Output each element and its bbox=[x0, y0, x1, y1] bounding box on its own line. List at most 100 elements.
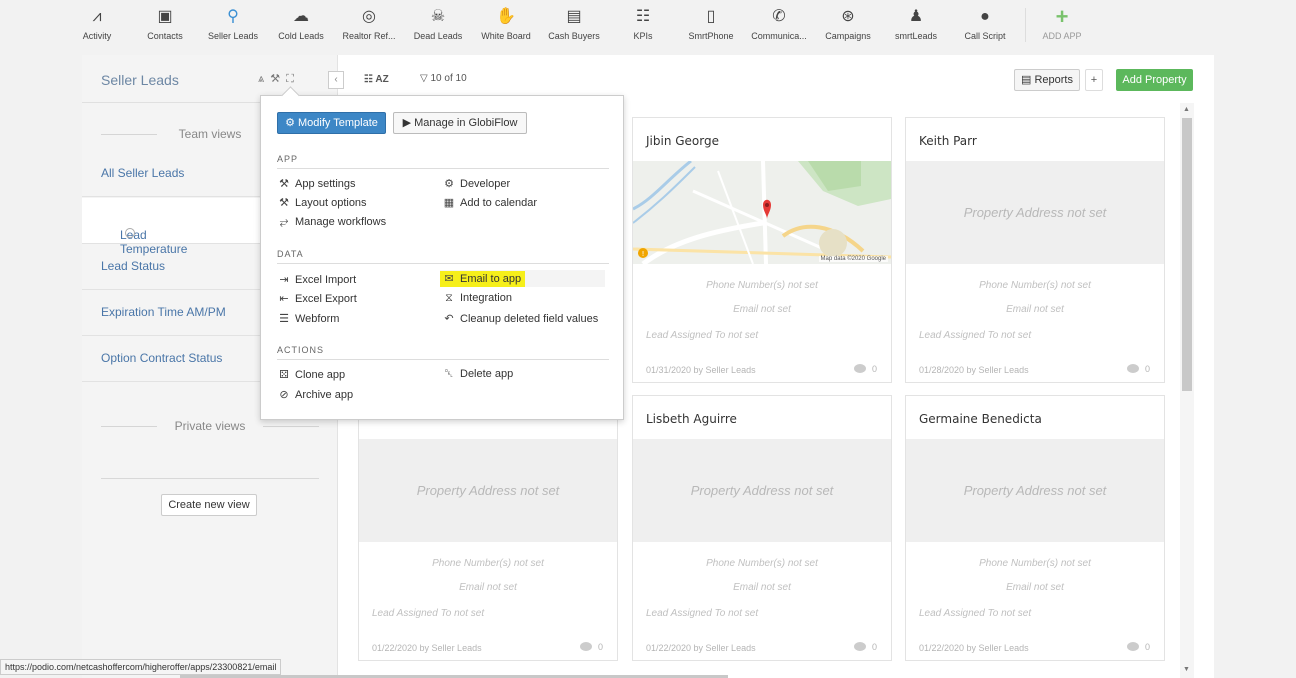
rss-icon[interactable]: ⩓ bbox=[258, 73, 264, 85]
view-label: Option Contract Status bbox=[101, 351, 223, 365]
app-campaigns[interactable]: ⊛ Campaigns bbox=[824, 6, 872, 46]
app-kpis[interactable]: ☷ KPIs bbox=[630, 6, 656, 46]
menu-label: Manage workflows bbox=[295, 216, 387, 228]
app-activity[interactable]: ⩘ Activity bbox=[82, 6, 112, 46]
app-smrtleads[interactable]: ♟ smrtLeads bbox=[894, 6, 938, 46]
add-app-button[interactable]: + ADD APP bbox=[1040, 6, 1084, 46]
wrench-icon: ⚒ bbox=[279, 178, 289, 190]
menu-label: Email to app bbox=[460, 273, 522, 285]
app-call-script[interactable]: ● Call Script bbox=[963, 6, 1007, 46]
menu-webform[interactable]: ☰ Webform bbox=[277, 312, 339, 325]
comment-number: 0 bbox=[597, 642, 603, 652]
add-property-button[interactable]: Add Property bbox=[1116, 69, 1193, 91]
comment-count[interactable]: 0 bbox=[579, 642, 603, 652]
status-url: https://podio.com/netcashoffercom/higher… bbox=[0, 659, 282, 675]
lead-card[interactable]: Property Address not set Phone Number(s)… bbox=[358, 395, 618, 661]
app-label: Dead Leads bbox=[413, 31, 463, 41]
app-label: Realtor Ref... bbox=[342, 31, 396, 41]
info-icon[interactable] bbox=[125, 228, 135, 238]
map-image: ! bbox=[633, 161, 891, 264]
scroll-down-arrow[interactable]: ▼ bbox=[1183, 666, 1190, 673]
filter-icon: ▽ bbox=[420, 73, 428, 84]
cleanup-icon: ↶ bbox=[444, 313, 454, 325]
archive-icon: ⊘ bbox=[279, 389, 289, 401]
view-label: Expiration Time AM/PM bbox=[101, 305, 226, 319]
lead-card[interactable]: Germaine Benedicta Property Address not … bbox=[905, 395, 1165, 661]
sidebar-title: Seller Leads bbox=[101, 72, 179, 88]
actions-section-heading: ACTIONS bbox=[277, 345, 325, 355]
menu-cleanup-deleted[interactable]: ↶ Cleanup deleted field values bbox=[442, 312, 598, 325]
manage-globiflow-button[interactable]: ▶ Manage in GlobiFlow bbox=[393, 112, 527, 134]
collapse-sidebar-button[interactable]: ‹ bbox=[328, 71, 344, 89]
menu-label: Delete app bbox=[460, 368, 514, 380]
menu-layout-options[interactable]: ⚒ Layout options bbox=[277, 196, 367, 209]
wrench-icon[interactable]: ⚒ bbox=[270, 73, 280, 85]
lead-assigned-field: Lead Assigned To not set bbox=[919, 608, 1032, 619]
lead-card[interactable]: Keith Parr Property Address not set Phon… bbox=[905, 117, 1165, 383]
integration-icon: ⧖ bbox=[445, 292, 453, 304]
vertical-scrollbar[interactable]: ▲ ▼ bbox=[1180, 103, 1194, 678]
scroll-up-arrow[interactable]: ▲ bbox=[1183, 106, 1190, 113]
reports-icon: ▤ bbox=[1021, 74, 1032, 86]
clone-icon: ⚄ bbox=[279, 369, 289, 381]
chat-icon: ● bbox=[980, 8, 990, 25]
reports-button[interactable]: ▤ Reports bbox=[1014, 69, 1080, 91]
app-label: Communica... bbox=[751, 31, 807, 41]
lead-card[interactable]: Lisbeth Aguirre Property Address not set… bbox=[632, 395, 892, 661]
expand-icon[interactable]: ⛶ bbox=[286, 73, 294, 85]
phone-field: Phone Number(s) not set bbox=[979, 280, 1091, 291]
app-settings-menu: ⚙ Modify Template ▶ Manage in GlobiFlow … bbox=[260, 95, 624, 420]
cash-icon: ▤ bbox=[566, 8, 582, 25]
comment-icon bbox=[579, 642, 592, 651]
lead-card[interactable]: Jibin George ! Map data ©2020 Google Pho… bbox=[632, 117, 892, 383]
create-new-view-button[interactable]: Create new view bbox=[161, 494, 257, 516]
scroll-thumb[interactable] bbox=[1182, 118, 1192, 391]
menu-label: Webform bbox=[295, 313, 340, 325]
app-cash-buyers[interactable]: ▤ Cash Buyers bbox=[547, 6, 601, 46]
menu-add-to-calendar[interactable]: ▦ Add to calendar bbox=[442, 196, 537, 209]
app-label: Contacts bbox=[147, 31, 183, 41]
comment-count[interactable]: 0 bbox=[1126, 642, 1150, 652]
location-map[interactable]: ! Map data ©2020 Google bbox=[633, 161, 891, 264]
call-icon: ✆ bbox=[772, 8, 786, 25]
menu-developer[interactable]: ⚙ Developer bbox=[442, 177, 510, 190]
app-label: ADD APP bbox=[1042, 31, 1082, 41]
app-seller-leads[interactable]: ⚲ Seller Leads bbox=[207, 6, 259, 46]
app-white-board[interactable]: ✋ White Board bbox=[480, 6, 532, 46]
app-communications[interactable]: ✆ Communica... bbox=[750, 6, 808, 46]
address-placeholder: Property Address not set bbox=[633, 439, 891, 542]
menu-clone-app[interactable]: ⚄ Clone app bbox=[277, 368, 345, 381]
menu-email-to-app[interactable]: ✉ Email to app bbox=[440, 270, 606, 287]
app-realtor-ref[interactable]: ◎ Realtor Ref... bbox=[340, 6, 398, 46]
menu-archive-app[interactable]: ⊘ Archive app bbox=[277, 388, 353, 401]
modify-template-button[interactable]: ⚙ Modify Template bbox=[277, 112, 386, 134]
comment-count[interactable]: 0 bbox=[853, 642, 877, 652]
view-label: Lead Status bbox=[101, 259, 166, 273]
card-footer: 01/22/2020 by Seller Leads bbox=[919, 643, 1029, 653]
comment-count[interactable]: 0 bbox=[1126, 364, 1150, 374]
app-dead-leads[interactable]: ☠ Dead Leads bbox=[413, 6, 463, 46]
menu-manage-workflows[interactable]: ⥂ Manage workflows bbox=[277, 216, 387, 229]
add-report-button[interactable]: + bbox=[1085, 69, 1103, 91]
menu-app-settings[interactable]: ⚒ App settings bbox=[277, 177, 355, 190]
address-placeholder: Property Address not set bbox=[359, 439, 617, 542]
gear-icon: ⚙ bbox=[285, 117, 295, 129]
app-label: Cold Leads bbox=[278, 31, 324, 41]
email-field: Email not set bbox=[733, 304, 791, 315]
app-bar-divider bbox=[1025, 8, 1026, 42]
menu-delete-app[interactable]: ␡ Delete app bbox=[442, 368, 514, 381]
comment-count[interactable]: 0 bbox=[853, 364, 877, 374]
comment-icon bbox=[853, 642, 866, 651]
menu-excel-import[interactable]: ⇥ Excel Import bbox=[277, 273, 356, 286]
app-cold-leads[interactable]: ☁ Cold Leads bbox=[277, 6, 325, 46]
menu-excel-export[interactable]: ⇤ Excel Export bbox=[277, 292, 356, 305]
divider bbox=[277, 263, 609, 264]
app-contacts[interactable]: ▣ Contacts bbox=[145, 6, 185, 46]
wrench-icon: ⚒ bbox=[279, 197, 289, 209]
app-smrtphone[interactable]: ▯ SmrtPhone bbox=[687, 6, 735, 46]
trash-icon: ␡ bbox=[444, 368, 454, 380]
filter-control[interactable]: ▽ 10 of 10 bbox=[420, 73, 467, 84]
sort-control[interactable]: ☷ AZ bbox=[364, 74, 389, 85]
menu-integration[interactable]: ⧖ Integration bbox=[442, 292, 512, 305]
webform-icon: ☰ bbox=[279, 313, 289, 325]
